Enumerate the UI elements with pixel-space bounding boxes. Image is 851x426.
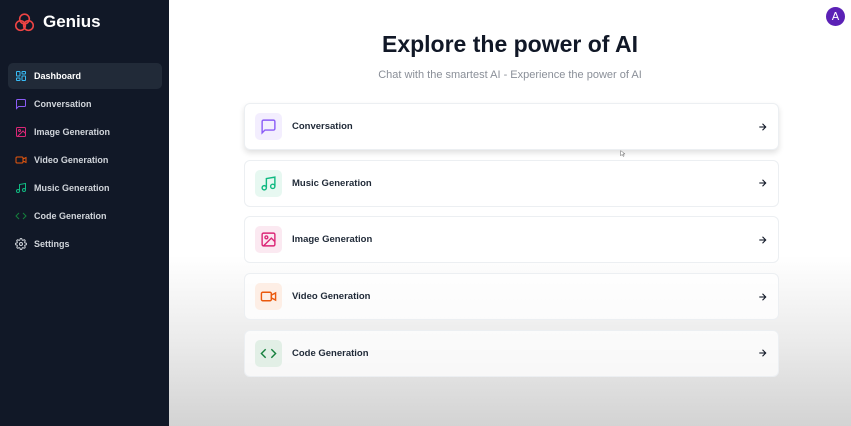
sidebar-item-video-generation[interactable]: Video Generation [8, 147, 162, 173]
tool-card-label: Video Generation [292, 291, 371, 303]
sidebar-item-label: Settings [34, 239, 70, 249]
settings-icon [15, 238, 27, 250]
code-icon [15, 210, 27, 222]
user-avatar[interactable]: A [826, 7, 845, 26]
sidebar-item-label: Conversation [34, 99, 92, 109]
message-square-icon [255, 113, 282, 140]
logo-icon [14, 12, 35, 33]
tool-list: Conversation Music Generation Image Gene… [244, 103, 779, 386]
arrow-right-icon [757, 121, 768, 132]
tool-card-image-generation[interactable]: Image Generation [244, 216, 779, 264]
sidebar-item-label: Image Generation [34, 127, 111, 137]
tool-card-music-generation[interactable]: Music Generation [244, 159, 779, 207]
arrow-right-icon [757, 348, 768, 359]
layout-dashboard-icon [15, 70, 27, 82]
image-icon [255, 226, 282, 254]
music-icon [255, 169, 282, 197]
tool-card-label: Code Generation [292, 347, 369, 359]
sidebar-nav: Dashboard Conversation Image Generation … [8, 63, 162, 259]
message-square-icon [15, 98, 27, 110]
code-icon [255, 339, 282, 367]
sidebar-item-label: Video Generation [34, 155, 109, 165]
page-subtitle: Chat with the smartest AI - Experience t… [378, 69, 642, 81]
logo[interactable]: Genius [14, 10, 101, 34]
sidebar-item-code-generation[interactable]: Code Generation [8, 203, 162, 229]
tool-card-conversation[interactable]: Conversation [244, 103, 779, 150]
sidebar-item-conversation[interactable]: Conversation [8, 91, 162, 117]
image-icon [15, 126, 27, 138]
arrow-right-icon [757, 178, 768, 189]
sidebar-item-label: Code Generation [34, 211, 107, 221]
arrow-right-icon [757, 234, 768, 245]
sidebar-item-label: Music Generation [34, 183, 110, 193]
sidebar-item-dashboard[interactable]: Dashboard [8, 63, 162, 89]
tool-card-label: Conversation [292, 121, 353, 132]
sidebar-item-image-generation[interactable]: Image Generation [8, 119, 162, 145]
video-icon [255, 283, 282, 311]
video-icon [15, 154, 27, 166]
sidebar-item-settings[interactable]: Settings [8, 231, 162, 257]
sidebar-item-label: Dashboard [34, 71, 82, 81]
tool-card-label: Image Generation [292, 234, 373, 246]
page-title: Explore the power of AI [381, 31, 638, 57]
tool-card-video-generation[interactable]: Video Generation [244, 273, 779, 321]
tool-card-code-generation[interactable]: Code Generation [244, 329, 779, 377]
sidebar: Genius Dashboard Conversation Image Gene… [0, 0, 169, 426]
arrow-right-icon [757, 291, 768, 302]
app-name: Genius [43, 12, 101, 31]
sidebar-item-music-generation[interactable]: Music Generation [8, 175, 162, 201]
tool-card-label: Music Generation [292, 177, 372, 189]
music-icon [15, 182, 27, 194]
mouse-cursor-icon [620, 150, 626, 157]
